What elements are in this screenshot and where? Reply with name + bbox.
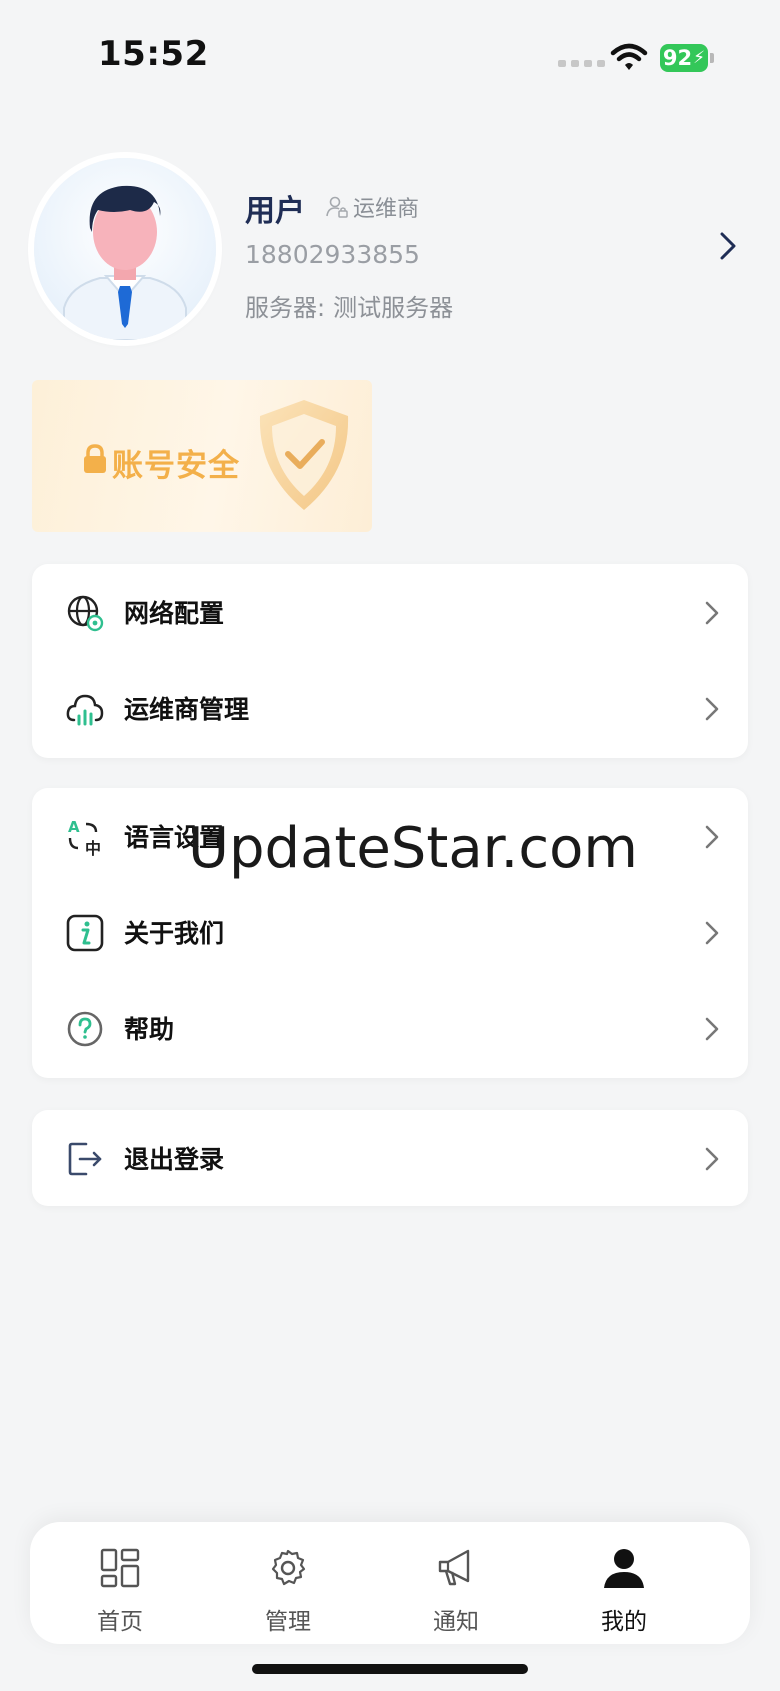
user-lock-icon [326,196,348,218]
menu-item-about-us[interactable]: 关于我们 [32,884,748,980]
chevron-right-icon [704,600,720,630]
battery-nub [710,53,714,63]
menu-card-logout: 退出登录 [32,1110,748,1206]
server-info: 服务器: 测试服务器 [245,288,453,323]
menu-label: 网络配置 [124,599,225,628]
cloud-chart-icon [66,690,104,728]
avatar[interactable] [34,158,216,340]
server-value: 测试服务器 [333,294,454,322]
tab-profile[interactable]: 我的 [534,1522,714,1644]
cellular-signal-icon [558,60,605,67]
menu-item-network-config[interactable]: 网络配置 [32,564,748,660]
menu-label: 帮助 [124,1015,175,1044]
menu-item-operator-management[interactable]: 运维商管理 [32,660,748,756]
phone-number: 18802933855 [245,240,420,269]
help-question-icon [66,1010,104,1048]
chevron-right-icon [704,824,720,854]
server-label: 服务器: [245,294,326,322]
profile-chevron-right-icon[interactable] [718,230,738,266]
status-time: 15:52 [98,34,209,74]
translate-icon: A 中 [66,818,104,858]
tab-notifications[interactable]: 通知 [366,1522,546,1644]
tab-label: 管理 [265,1609,311,1635]
person-icon [602,1548,646,1588]
menu-label: 关于我们 [124,919,225,948]
chevron-right-icon [704,920,720,950]
menu-card-network: 网络配置 运维商管理 [32,564,748,758]
wifi-icon [610,42,648,76]
logout-icon [66,1140,104,1178]
tab-label: 我的 [601,1609,647,1635]
tab-label: 首页 [97,1609,143,1635]
charging-bolt-icon: ⚡ [693,48,706,68]
role-badge: 运维商 [325,191,419,223]
megaphone-icon [434,1548,478,1588]
watermark-text: UpdateStar.com [188,816,638,881]
tab-manage[interactable]: 管理 [198,1522,378,1644]
chevron-right-icon [704,1146,720,1176]
gear-icon [266,1548,310,1588]
menu-label: 退出登录 [124,1145,225,1174]
svg-text:A: A [68,818,80,836]
battery-indicator: 92 ⚡ [660,44,708,72]
info-icon [66,914,104,952]
user-name: 用户 [245,194,305,229]
lock-icon [82,444,108,478]
tab-home[interactable]: 首页 [30,1522,210,1644]
dashboard-icon [98,1548,142,1588]
menu-item-help[interactable]: 帮助 [32,980,748,1076]
person-avatar-illustration [63,185,187,340]
menu-item-logout[interactable]: 退出登录 [32,1110,748,1206]
svg-text:中: 中 [85,839,101,856]
home-indicator [252,1664,528,1674]
bottom-tab-bar: 首页 管理 通知 我的 [30,1522,750,1644]
menu-label: 运维商管理 [124,695,250,724]
chevron-right-icon [704,1016,720,1046]
account-security-label: 账号安全 [112,448,240,484]
battery-level: 92 [662,46,693,70]
chevron-right-icon [704,696,720,726]
shield-check-icon [248,396,360,518]
tab-label: 通知 [433,1609,479,1635]
globe-gear-icon [66,594,104,632]
role-label: 运维商 [353,197,420,222]
